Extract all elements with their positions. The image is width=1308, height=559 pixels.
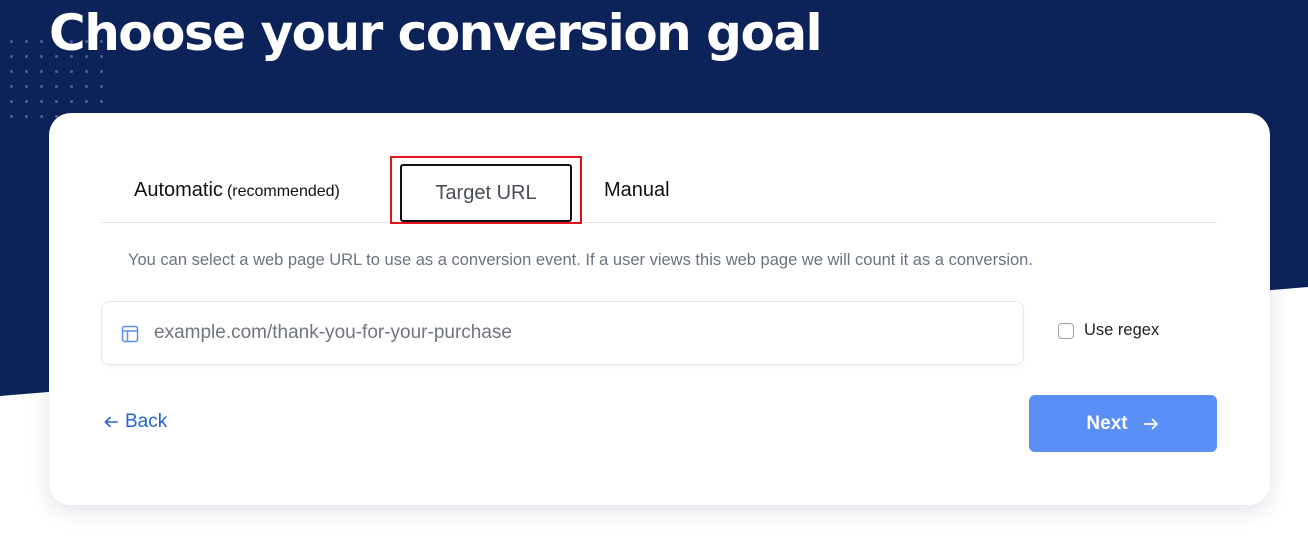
- highlight-box: Target URL: [390, 156, 582, 224]
- conversion-goal-page: Choose your conversion goal Automatic (re…: [0, 0, 1308, 559]
- tab-target-url[interactable]: Target URL: [400, 164, 572, 222]
- tab-target-url-label: Target URL: [435, 181, 537, 204]
- use-regex-option[interactable]: Use regex: [1058, 321, 1159, 340]
- target-url-field: [101, 301, 1024, 365]
- next-button-label: Next: [1086, 412, 1128, 434]
- page-title: Choose your conversion goal: [49, 4, 823, 62]
- target-url-description: You can select a web page URL to use as …: [128, 251, 1033, 269]
- back-button[interactable]: Back: [103, 411, 167, 433]
- use-regex-checkbox[interactable]: [1058, 322, 1074, 339]
- use-regex-label: Use regex: [1084, 321, 1160, 339]
- next-button[interactable]: Next: [1029, 395, 1217, 452]
- back-button-label: Back: [125, 411, 168, 432]
- tab-manual[interactable]: Manual: [604, 179, 670, 202]
- page-layout-icon: [121, 325, 139, 343]
- tab-automatic-label: Automatic: [134, 179, 223, 201]
- arrow-left-icon: [104, 416, 118, 428]
- goal-type-tabs: Automatic (recommended) Target URL Manual: [101, 113, 1217, 224]
- target-url-input[interactable]: [154, 302, 1004, 364]
- tab-manual-label: Manual: [604, 179, 670, 201]
- tab-automatic-hint: (recommended): [226, 183, 340, 200]
- arrow-right-icon: [1143, 418, 1158, 429]
- tab-automatic[interactable]: Automatic (recommended): [134, 179, 340, 202]
- conversion-goal-card: Automatic (recommended) Target URL Manual…: [49, 113, 1270, 505]
